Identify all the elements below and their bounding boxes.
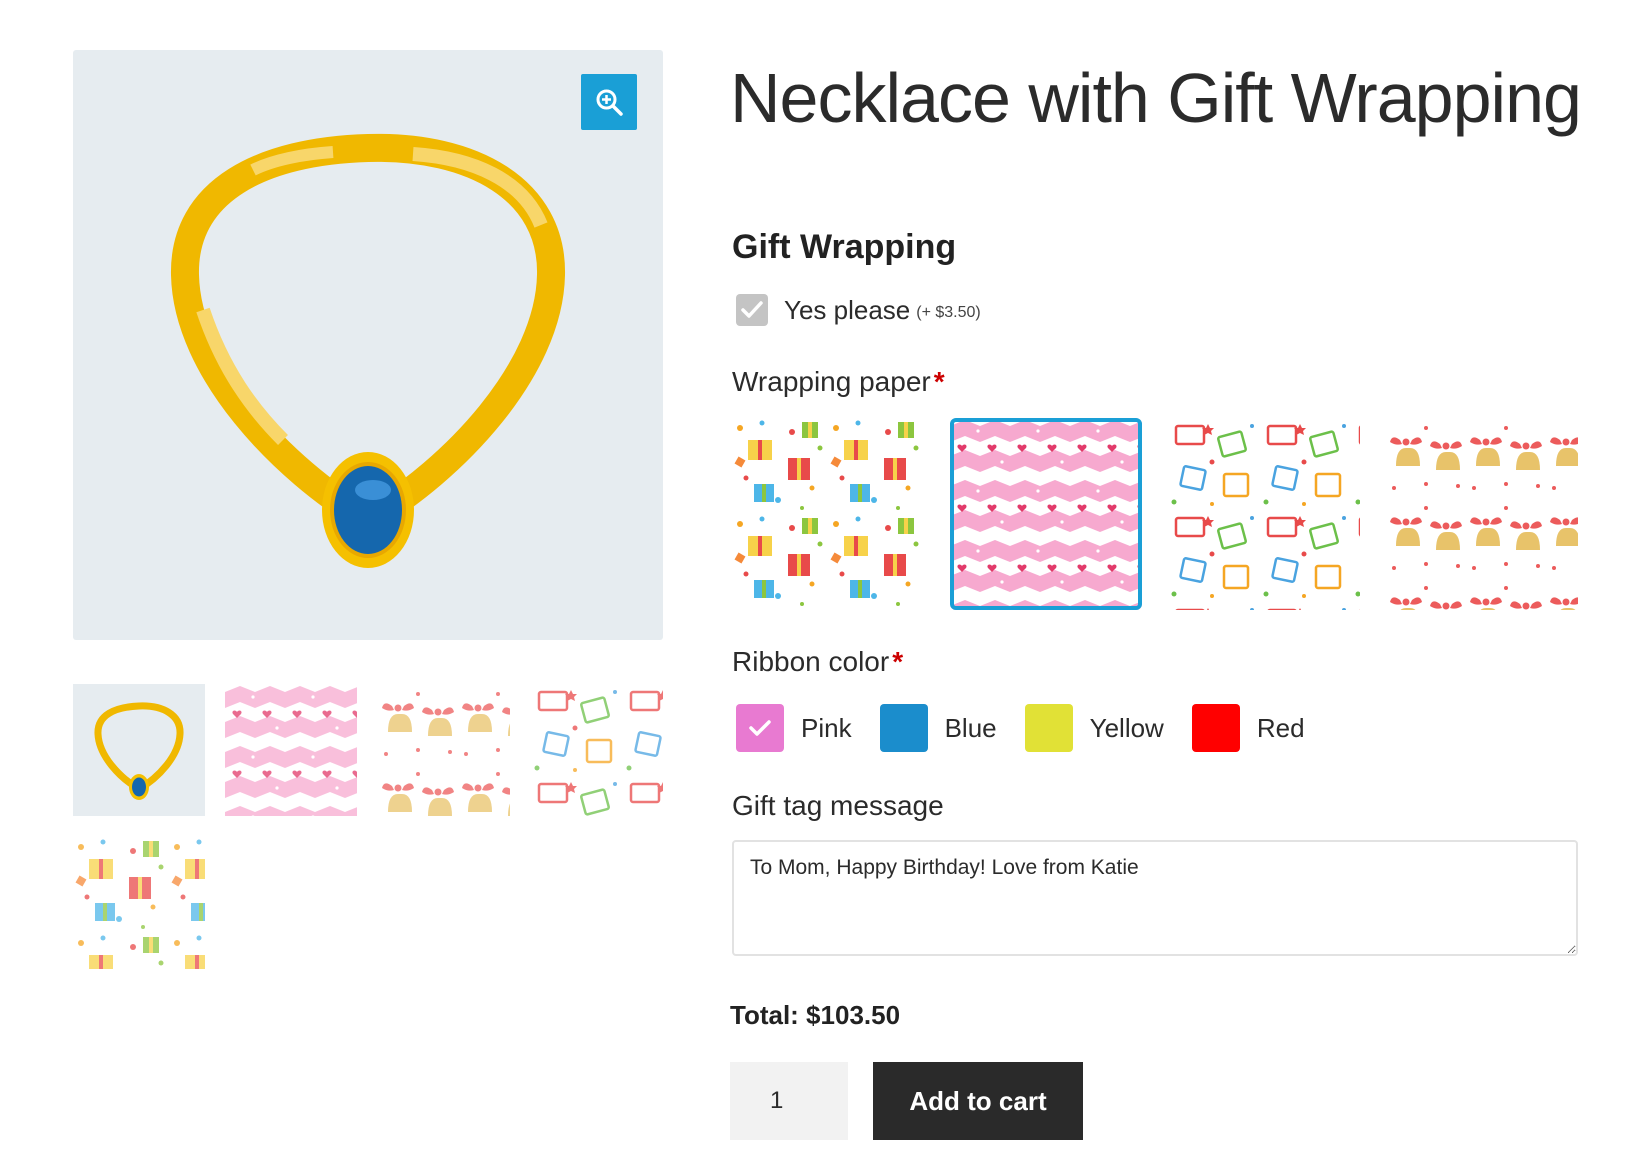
ribbon-label-red: Red	[1256, 712, 1305, 743]
gift-wrapping-option-label: Yes please	[784, 294, 911, 325]
required-marker: *	[933, 366, 945, 397]
gift-wrapping-option[interactable]: Yes please (+ $3.50)	[736, 292, 981, 328]
ribbon-option-red[interactable]: Red	[1191, 704, 1305, 752]
ribbon-swatch-red[interactable]	[1191, 704, 1240, 752]
ribbon-label-blue: Blue	[944, 712, 997, 743]
checkmark-icon	[749, 720, 771, 736]
gift-wrapping-option-price: (+ $3.50)	[916, 304, 981, 321]
thumbnail-pink-hearts[interactable]	[225, 684, 357, 816]
ribbon-color-label: Ribbon color *	[732, 646, 903, 678]
product-title: Necklace with Gift Wrapping	[730, 59, 1582, 137]
wrapping-paper-bells-bows[interactable]	[1386, 418, 1578, 610]
bells-bows-pattern-swatch	[1386, 418, 1578, 610]
add-to-cart-button[interactable]: Add to cart	[873, 1062, 1083, 1140]
thumbnail-presents[interactable]	[73, 837, 205, 969]
happy-birthday-pattern-swatch	[1168, 418, 1360, 610]
ribbon-label-pink: Pink	[801, 712, 852, 743]
wrapping-paper-pink-hearts[interactable]	[950, 418, 1142, 610]
wrapping-paper-happy-birthday[interactable]	[1168, 418, 1360, 610]
ribbon-swatch-yellow[interactable]	[1024, 704, 1073, 752]
wrapping-paper-presents[interactable]	[732, 418, 924, 610]
necklace-thumbnail-image	[94, 702, 184, 800]
required-marker: *	[892, 646, 904, 677]
ribbon-color-options: Pink Blue Yellow Red	[736, 702, 1333, 754]
wrapping-paper-label-text: Wrapping paper	[732, 366, 931, 397]
quantity-input[interactable]	[730, 1062, 848, 1140]
presents-pattern-swatch	[732, 418, 924, 610]
wrapping-paper-label: Wrapping paper *	[732, 366, 945, 398]
ribbon-swatch-pink[interactable]	[736, 704, 784, 752]
pink-hearts-pattern-image	[225, 684, 357, 816]
presents-pattern-image	[73, 837, 205, 969]
thumbnail-bells-bows[interactable]	[378, 684, 510, 816]
gift-wrapping-checkbox[interactable]	[736, 294, 768, 326]
necklace-image	[170, 133, 566, 568]
zoom-in-icon	[596, 89, 623, 116]
wrapping-paper-options	[732, 418, 1582, 614]
ribbon-color-label-text: Ribbon color	[732, 646, 890, 677]
ribbon-option-pink[interactable]: Pink	[736, 704, 852, 752]
ribbon-label-yellow: Yellow	[1089, 712, 1164, 743]
thumbnail-happy-birthday[interactable]	[531, 684, 663, 816]
gift-tag-message-input[interactable]: To Mom, Happy Birthday! Love from Katie	[732, 840, 1578, 956]
thumbnail-necklace[interactable]	[73, 684, 205, 816]
gift-tag-label: Gift tag message	[732, 790, 944, 821]
gift-wrapping-heading: Gift Wrapping	[732, 228, 957, 266]
happy-birthday-pattern-image	[531, 684, 663, 816]
main-product-image[interactable]	[73, 50, 663, 640]
ribbon-option-yellow[interactable]: Yellow	[1024, 704, 1164, 752]
ribbon-swatch-blue[interactable]	[879, 704, 928, 752]
order-total: Total: $103.50	[730, 1000, 901, 1030]
ribbon-option-blue[interactable]: Blue	[879, 704, 997, 752]
bells-bows-pattern-image	[378, 684, 510, 816]
zoom-button[interactable]	[581, 74, 637, 130]
pink-hearts-pattern-swatch	[950, 418, 1142, 610]
checkmark-icon	[741, 301, 763, 318]
